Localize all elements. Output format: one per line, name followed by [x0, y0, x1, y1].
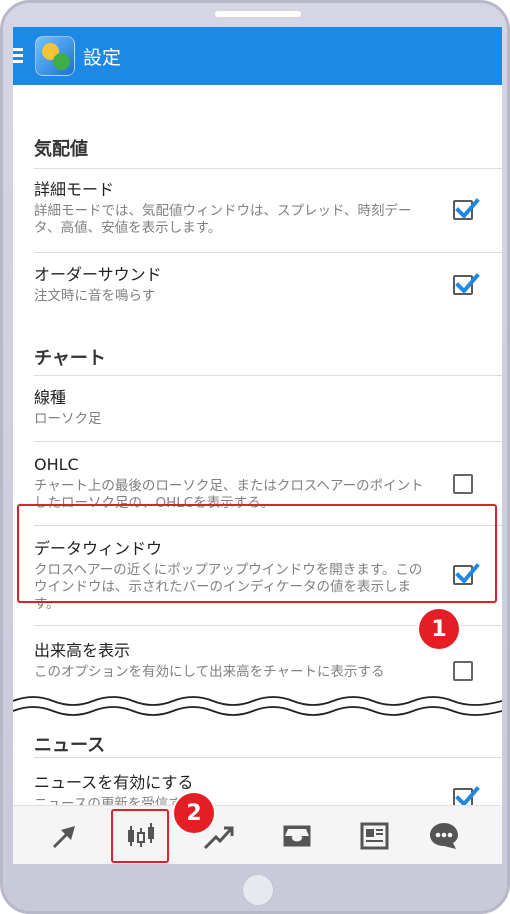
nav-news[interactable] [356, 818, 392, 854]
nav-trade[interactable] [47, 818, 83, 854]
setting-title: 線種 [34, 388, 67, 407]
news-icon [360, 822, 389, 850]
nav-inbox[interactable] [279, 818, 315, 854]
bottom-navigation [13, 805, 502, 864]
chat-icon [430, 823, 458, 849]
setting-description: 注文時に音を鳴らす [34, 288, 156, 304]
setting-title: ニュースを有効にする [34, 773, 194, 792]
order-sound-checkbox[interactable] [453, 273, 480, 295]
setting-description: 詳細モードでは、気配値ウィンドウは、スプレッド、時刻データ、高値、安値を表示しま… [34, 203, 412, 236]
setting-title: オーダーサウンド [34, 265, 162, 284]
section-header-chart: チャート [34, 348, 106, 369]
setting-description: このオプションを有効にして出来高をチャートに表示する [34, 664, 385, 680]
divider [34, 168, 502, 169]
inbox-icon [283, 825, 311, 847]
divider [34, 375, 502, 376]
device-speaker [215, 11, 301, 17]
detail-mode-checkbox[interactable] [453, 198, 480, 220]
setting-detail-mode[interactable]: 詳細モード 詳細モードでは、気配値ウィンドウは、スプレッド、時刻データ、高値、安… [34, 180, 501, 237]
trade-arrows-icon [53, 826, 75, 848]
app-bar: 設定 [13, 27, 502, 85]
annotation-badge-1: 1 [419, 609, 459, 649]
screen: 設定 気配値 詳細モード 詳細モードでは、気配値ウィンドウは、スプレッド、時刻デ… [13, 27, 502, 864]
setting-title: OHLC [34, 455, 79, 474]
ohlc-checkbox[interactable] [453, 474, 473, 494]
checkmark-icon [455, 198, 480, 219]
divider [34, 441, 502, 442]
divider [34, 757, 502, 758]
setting-order-sound[interactable]: オーダーサウンド 注文時に音を鳴らす [34, 265, 501, 305]
annotation-badge-2: 2 [174, 793, 214, 833]
annotation-highlight-data-window [17, 504, 497, 603]
annotation-highlight-chart-nav [111, 809, 169, 863]
section-header-news: ニュース [34, 735, 106, 756]
page-title: 設定 [83, 47, 122, 69]
device-frame: 設定 気配値 詳細モード 詳細モードでは、気配値ウィンドウは、スプレッド、時刻デ… [0, 0, 510, 914]
setting-description: ローソク足 [34, 411, 102, 427]
menu-icon[interactable] [13, 48, 23, 64]
app-logo-icon [35, 36, 75, 76]
checkmark-icon [455, 273, 480, 294]
show-volume-checkbox[interactable] [453, 661, 473, 681]
section-header-quotes: 気配値 [34, 139, 88, 160]
nav-chat[interactable] [426, 818, 462, 854]
setting-title: 詳細モード [34, 180, 115, 199]
divider [34, 252, 502, 253]
device-home-button[interactable] [242, 874, 274, 906]
setting-line-type[interactable]: 線種 ローソク足 [34, 388, 501, 428]
torn-edge-separator [13, 696, 502, 716]
